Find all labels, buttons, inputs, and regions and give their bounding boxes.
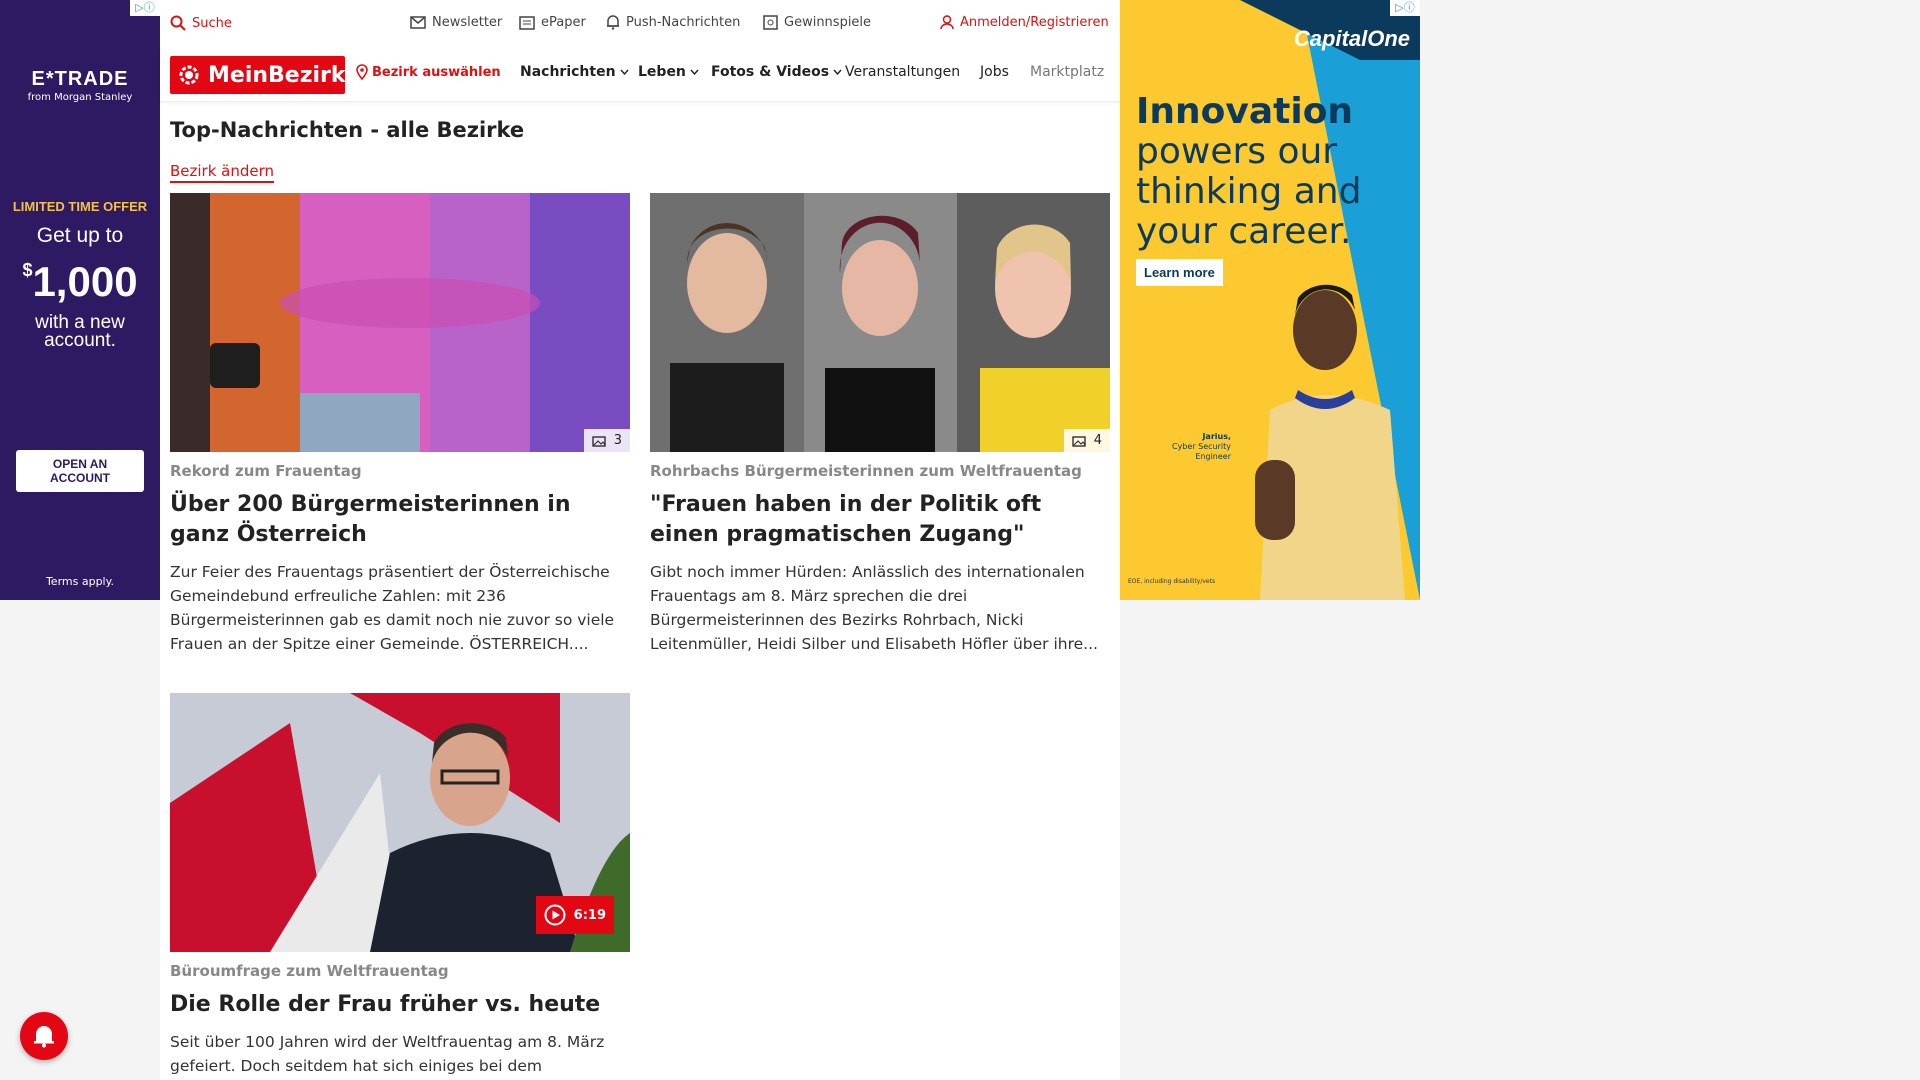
main-navigation: MeinBezirk Bezirk auswählen Nachrichten … [160,46,1120,102]
ad-person-photo [1255,284,1405,600]
ad-terms: Terms apply. [45,575,115,588]
nav-label: Fotos & Videos [711,64,830,80]
logo-text: MeinBezirk [208,62,346,88]
ad-headline-rest: powers our thinking and your career. [1136,131,1362,252]
ad-person-name: Jarius, [1202,432,1231,441]
nav-nachrichten[interactable]: Nachrichten [520,64,629,80]
ad-choices-icon[interactable]: ▷ⓘ [1390,0,1420,16]
article-image[interactable]: 6:19 [170,693,630,952]
nav-label: Nachrichten [520,64,616,80]
nav-label: Marktplatz [1030,64,1105,80]
article-card[interactable]: 4 Rohrbachs Bürgermeisterinnen zum Weltf… [650,193,1110,656]
search-icon [170,15,186,31]
photo-count: 4 [1093,433,1102,448]
push-label: Push-Nachrichten [626,15,741,30]
sun-logo-icon [176,62,202,88]
nav-leben[interactable]: Leben [638,64,699,80]
three-mayors-photo [650,193,1110,452]
article-teaser: Gibt noch immer Hürden: Anlässlich des i… [650,563,1098,653]
ad-with-new: with a new account. [35,312,125,351]
photo-count-badge: 3 [583,429,630,452]
search-label: Suche [192,15,232,31]
ad-offer: LIMITED TIME OFFER [12,199,148,214]
photo-count: 3 [613,433,622,448]
ad-caption: Jarius, Cyber Security Engineer [1136,432,1231,462]
nav-label: Leben [638,64,686,80]
article-card[interactable]: 3 Rekord zum Frauentag Über 200 Bürgerme… [170,193,630,656]
ad-amount: $1,000 [22,258,138,305]
ad-get: Get up to [36,224,124,247]
article-kicker: Büroumfrage zum Weltfrauentag [170,962,449,980]
gallery-icon [592,435,608,447]
nav-veranstaltungen[interactable]: Veranstaltungen [845,64,960,80]
capitalone-logo: CapitalOne [1293,26,1410,51]
ad-headline-bold: Innovation [1136,91,1354,132]
newspaper-icon [519,15,535,30]
push-link[interactable]: Push-Nachrichten [606,15,740,30]
mail-icon [410,16,426,29]
chevron-down-icon [620,69,629,75]
learn-more-button[interactable]: Learn more [1136,259,1223,286]
main-content: Suche Newsletter ePaper Push-Nachrichten… [160,0,1120,1080]
contests-label: Gewinnspiele [784,15,872,30]
video-duration: 6:19 [573,907,606,923]
ad-brand-sub: from Morgan Stanley [27,92,133,103]
location-pin-icon [356,64,368,80]
page-title: Top-Nachrichten - alle Bezirke [170,118,525,142]
article-image[interactable]: 3 [170,193,630,452]
open-account-button[interactable]: OPEN AN ACCOUNT [16,450,144,492]
article-headline[interactable]: Über 200 Bürgermeisterinnen in ganz Öste… [170,490,630,550]
nav-label: Veranstaltungen [845,64,961,80]
meinbezirk-logo[interactable]: MeinBezirk [170,56,346,94]
capitalone-ad[interactable]: ▷ⓘ CapitalOne Innovation powers our thin… [1120,0,1420,600]
login-label: Anmelden/Registrieren [960,15,1109,30]
select-district[interactable]: Bezirk auswählen [356,64,501,80]
nav-marktplatz[interactable]: Marktplatz [1030,64,1110,80]
contests-link[interactable]: Gewinnspiele [763,15,871,30]
article-card[interactable]: 6:19 Büroumfrage zum Weltfrauentag Die R… [170,693,630,1080]
newsletter-link[interactable]: Newsletter [410,15,502,30]
ad-fine-print: EOE, including disability/vets [1128,578,1216,585]
article-kicker: Rekord zum Frauentag [170,462,362,480]
article-kicker: Rohrbachs Bürgermeisterinnen zum Weltfra… [650,462,1082,480]
epaper-link[interactable]: ePaper [519,15,586,30]
hugging-women-photo [170,193,630,452]
select-district-label: Bezirk auswählen [372,64,501,80]
notification-bell-button[interactable] [20,1012,68,1060]
article-headline[interactable]: Die Rolle der Frau früher vs. heute [170,990,630,1020]
photo-count-badge: 4 [1063,429,1110,452]
epaper-label: ePaper [541,15,586,30]
bell-icon [33,1024,55,1048]
article-image[interactable]: 4 [650,193,1110,452]
ad-headline: Innovation powers our thinking and your … [1136,92,1396,252]
article-teaser: Zur Feier des Frauentags präsentiert der… [170,563,615,653]
nav-label: Jobs [980,64,1009,80]
article-teaser: Seit über 100 Jahren wird der Weltfrauen… [170,1033,605,1075]
nav-jobs[interactable]: Jobs [980,64,1009,80]
ad-person-title: Cyber Security Engineer [1171,442,1231,461]
bell-icon [606,15,620,30]
chevron-down-icon [690,69,699,75]
ad-choices-icon[interactable]: ▷ⓘ [130,0,160,16]
change-district-link[interactable]: Bezirk ändern [170,162,275,183]
play-icon [544,904,566,926]
top-bar: Suche Newsletter ePaper Push-Nachrichten… [160,0,1120,46]
article-headline[interactable]: "Frauen haben in der Politik oft einen p… [650,490,1110,550]
ad-brand: E*TRADE [31,68,129,90]
search-link[interactable]: Suche [170,15,232,31]
user-icon [940,15,954,30]
nav-fotos-videos[interactable]: Fotos & Videos [711,64,842,80]
login-link[interactable]: Anmelden/Registrieren [940,15,1109,30]
gallery-icon [1072,435,1088,447]
chevron-down-icon [833,69,842,75]
video-duration-badge: 6:19 [535,896,614,934]
gift-icon [763,15,778,30]
etrade-ad[interactable]: ▷ⓘ E*TRADE from Morgan Stanley LIMITED T… [0,0,160,600]
newsletter-label: Newsletter [432,15,503,30]
